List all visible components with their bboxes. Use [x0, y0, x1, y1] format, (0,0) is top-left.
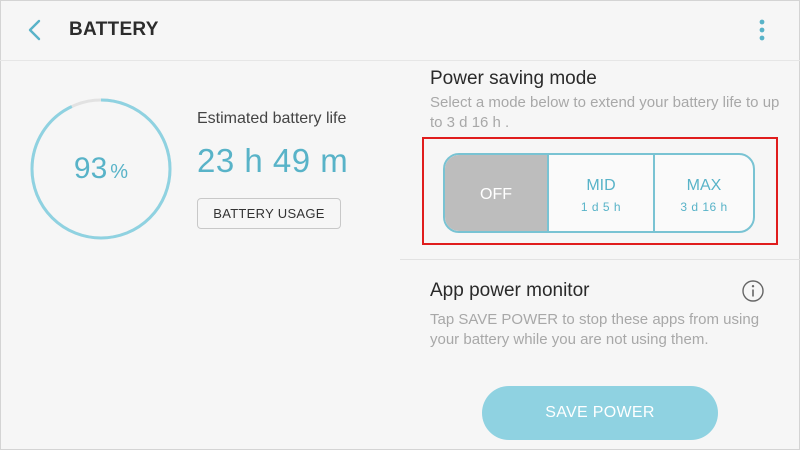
estimated-life-label: Estimated battery life	[197, 110, 347, 127]
battery-percent: 93%	[30, 98, 172, 240]
save-power-button[interactable]: SAVE POWER	[482, 386, 718, 440]
info-button[interactable]	[741, 279, 765, 303]
battery-usage-button[interactable]: BATTERY USAGE	[197, 198, 341, 229]
mode-mid-duration: 1 d 5 h	[580, 200, 622, 214]
mode-max-duration: 3 d 16 h	[680, 200, 728, 214]
mode-mid-label: MID	[586, 177, 616, 194]
chevron-left-icon	[28, 19, 41, 41]
power-mode-selector: OFF MID 1 d 5 h MAX 3 d 16 h	[443, 153, 755, 233]
mode-off-option[interactable]: OFF	[445, 155, 547, 231]
app-power-monitor-title: App power monitor	[430, 280, 590, 301]
mode-max-label: MAX	[686, 177, 722, 194]
more-options-button[interactable]	[750, 16, 774, 44]
info-icon	[742, 280, 764, 302]
section-divider	[400, 259, 800, 260]
mode-max-option[interactable]: MAX 3 d 16 h	[653, 155, 753, 231]
estimated-life-value: 23 h 49 m	[197, 142, 349, 179]
battery-percent-symbol: %	[110, 161, 129, 183]
back-button[interactable]	[22, 16, 50, 44]
page-title: BATTERY	[69, 19, 159, 40]
app-power-monitor-description: Tap SAVE POWER to stop these apps from u…	[430, 311, 760, 348]
app-header: BATTERY	[0, 0, 800, 61]
power-saving-description: Select a mode below to extend your batte…	[430, 94, 780, 131]
more-vert-icon	[759, 19, 765, 41]
mode-off-label: OFF	[480, 186, 512, 203]
mode-mid-option[interactable]: MID 1 d 5 h	[547, 155, 653, 231]
power-saving-title: Power saving mode	[430, 68, 597, 89]
battery-percent-value: 93	[73, 152, 108, 185]
